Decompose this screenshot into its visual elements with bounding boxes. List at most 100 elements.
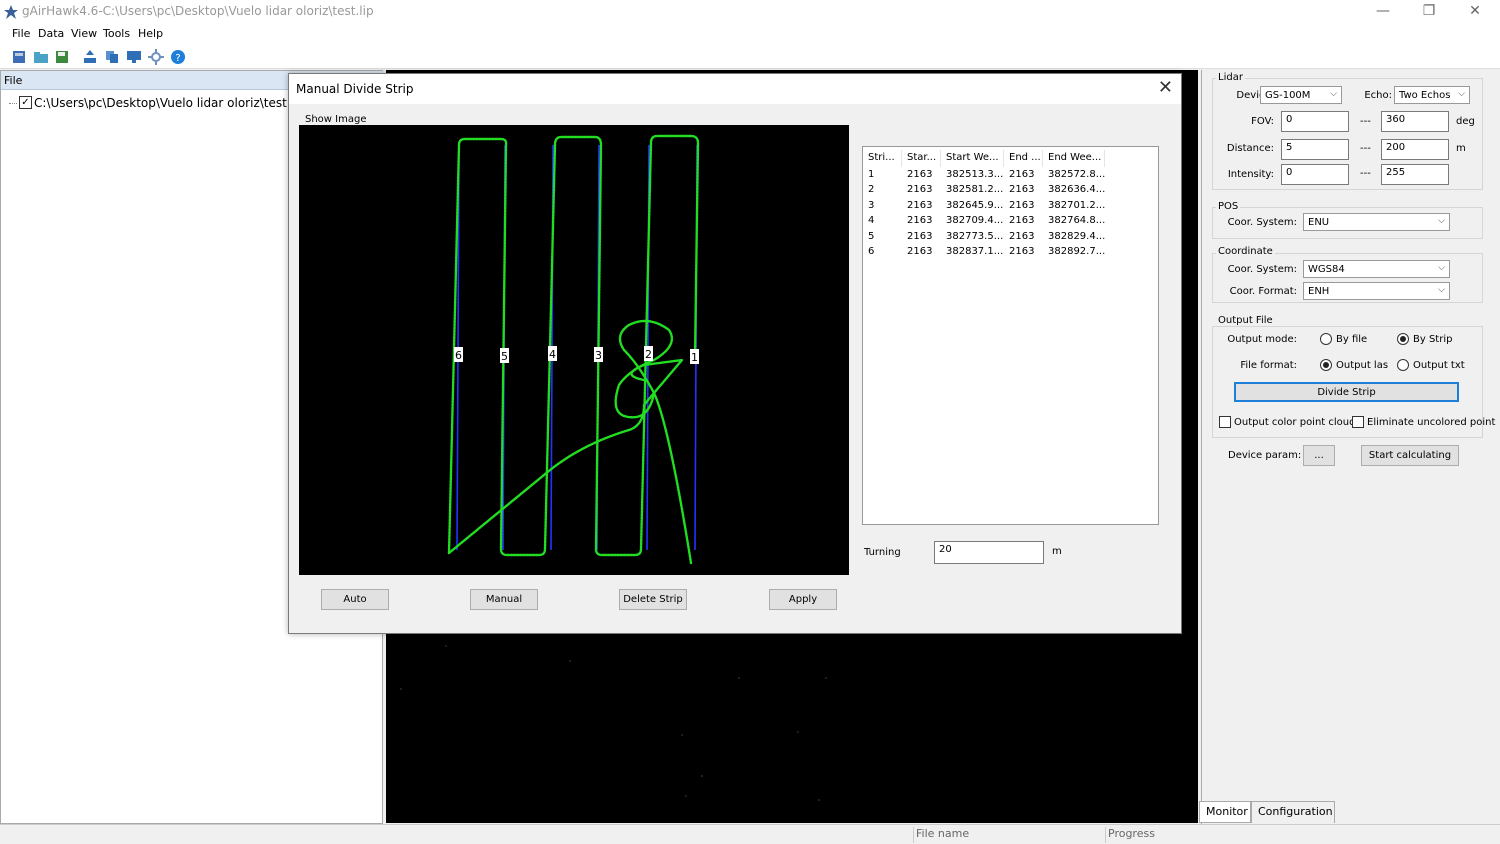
by-file-label: By file — [1336, 334, 1368, 345]
coor-system-label: Coor. System: — [1227, 264, 1297, 275]
by-strip-radio[interactable] — [1397, 333, 1409, 345]
status-file-name: File name — [913, 827, 1103, 843]
help-icon[interactable]: ? — [170, 49, 186, 65]
pos-coor-system-select[interactable]: ENU ⌵ — [1303, 213, 1450, 231]
chevron-down-icon: ⌵ — [1330, 89, 1337, 99]
coordinate-group-label: Coordinate — [1216, 246, 1275, 257]
distance-label: Distance: — [1226, 143, 1274, 154]
manual-divide-strip-dialog: Manual Divide Strip ✕ Show Image 6 5 4 3… — [288, 73, 1182, 634]
pos-coor-system-label: Coor. System: — [1227, 217, 1297, 228]
fov-min-input[interactable]: 0 — [1281, 111, 1349, 132]
fov-unit: deg — [1456, 116, 1475, 127]
dialog-title-bar: Manual Divide Strip — [289, 74, 1181, 104]
column-header[interactable]: Start We... — [946, 152, 1003, 163]
chevron-down-icon: ⌵ — [1438, 285, 1445, 295]
strip-label-1-text: 1 — [691, 351, 698, 364]
column-header[interactable]: Star... — [907, 152, 940, 163]
minimize-button[interactable]: — — [1360, 0, 1406, 24]
save-icon[interactable] — [54, 49, 70, 65]
menu-view[interactable]: View — [71, 27, 97, 40]
pos-group-label: POS — [1216, 201, 1241, 212]
file-format-label: File format: — [1240, 360, 1297, 371]
copy-icon[interactable] — [104, 49, 120, 65]
strip-label-3-text: 3 — [595, 349, 602, 362]
turning-unit: m — [1052, 546, 1062, 557]
turning-input[interactable]: 20 — [934, 541, 1044, 564]
chevron-down-icon: ⌵ — [1458, 89, 1465, 99]
tab-monitor[interactable]: Monitor — [1199, 801, 1251, 823]
turning-label: Turning — [864, 547, 901, 558]
intensity-min-input[interactable]: 0 — [1281, 164, 1349, 185]
table-row[interactable]: 4 2163 382709.4... 2163 382764.8... — [868, 215, 1153, 231]
fov-max-input[interactable]: 360 — [1381, 111, 1449, 132]
auto-button[interactable]: Auto — [321, 589, 389, 610]
distance-min-input[interactable]: 5 — [1281, 139, 1349, 160]
file-tree-item[interactable]: C:\Users\pc\Desktop\Vuelo lidar oloriz\t… — [34, 96, 323, 110]
output-txt-label: Output txt — [1413, 360, 1465, 371]
display-icon[interactable] — [126, 49, 142, 65]
strip-label-4-text: 4 — [549, 348, 556, 361]
new-project-icon[interactable] — [11, 49, 27, 65]
window-title: gAirHawk4.6-C:\Users\pc\Desktop\Vuelo li… — [22, 4, 374, 18]
file-checkbox[interactable]: ✓ — [19, 96, 32, 109]
device-param-label: Device param: — [1228, 450, 1302, 461]
column-header[interactable]: End ... — [1009, 152, 1042, 163]
menu-tools[interactable]: Tools — [103, 27, 130, 40]
coor-system-select[interactable]: WGS84 ⌵ — [1303, 260, 1450, 278]
device-param-button[interactable]: ... — [1303, 445, 1335, 466]
dialog-close-button[interactable]: ✕ — [1158, 77, 1173, 98]
column-header[interactable]: Stri... — [868, 152, 901, 163]
svg-text:?: ? — [175, 53, 180, 64]
table-row[interactable]: 3 2163 382645.9... 2163 382701.2... — [868, 200, 1153, 216]
output-las-radio[interactable] — [1320, 359, 1332, 371]
distance-max-input[interactable]: 200 — [1381, 139, 1449, 160]
distance-separator: --- — [1360, 143, 1371, 154]
device-select[interactable]: GS-100M ⌵ — [1260, 86, 1342, 104]
apply-button[interactable]: Apply — [769, 589, 837, 610]
lidar-group-label: Lidar — [1216, 72, 1245, 83]
table-row[interactable]: 2 2163 382581.2... 2163 382636.4... — [868, 184, 1153, 200]
table-row[interactable]: 6 2163 382837.1... 2163 382892.7... — [868, 246, 1153, 262]
strip-image-canvas[interactable]: 6 5 4 3 2 1 — [299, 125, 849, 575]
column-header[interactable]: End Wee... — [1048, 152, 1106, 163]
tab-configuration[interactable]: Configuration — [1251, 801, 1335, 823]
table-row[interactable]: 1 2163 382513.3... 2163 382572.8... — [868, 169, 1153, 185]
output-txt-radio[interactable] — [1397, 359, 1409, 371]
open-icon[interactable] — [33, 49, 49, 65]
table-row[interactable]: 5 2163 382773.5... 2163 382829.4... — [868, 231, 1153, 247]
maximize-button[interactable]: ❐ — [1406, 0, 1452, 24]
strip-label-2-text: 2 — [645, 348, 652, 361]
dialog-title: Manual Divide Strip — [296, 82, 414, 96]
divide-strip-button[interactable]: Divide Strip — [1234, 382, 1459, 402]
settings-icon[interactable] — [148, 49, 164, 65]
menu-data[interactable]: Data — [38, 27, 64, 40]
menu-help[interactable]: Help — [138, 27, 163, 40]
start-calculating-button[interactable]: Start calculating — [1361, 445, 1459, 466]
echo-select[interactable]: Two Echos ⌵ — [1394, 86, 1470, 104]
intensity-max-input[interactable]: 255 — [1381, 164, 1449, 185]
eliminate-uncolored-checkbox[interactable] — [1352, 416, 1364, 428]
manual-button[interactable]: Manual — [470, 589, 538, 610]
close-window-button[interactable]: ✕ — [1452, 0, 1498, 24]
show-image-label: Show Image — [305, 114, 367, 125]
strip-label-6-text: 6 — [455, 349, 462, 362]
menu-file[interactable]: File — [12, 27, 30, 40]
configuration-panel: Lidar Device: GS-100M ⌵ Echo: Two Echos ⌵ … — [1201, 70, 1500, 824]
fov-separator: --- — [1360, 116, 1371, 127]
strip-table[interactable]: Stri... Star... Start We... End ... End … — [862, 146, 1159, 525]
flight-track-svg: 6 5 4 3 2 1 — [447, 134, 700, 565]
title-bar: gAirHawk4.6-C:\Users\pc\Desktop\Vuelo li… — [0, 0, 1500, 24]
toolbar: ? — [0, 44, 1500, 69]
output-color-clouds-checkbox[interactable] — [1219, 416, 1231, 428]
echo-label: Echo: — [1364, 90, 1392, 101]
import-icon[interactable] — [82, 49, 98, 65]
fov-label: FOV: — [1251, 116, 1274, 127]
output-mode-label: Output mode: — [1227, 334, 1297, 345]
intensity-label: Intensity: — [1227, 169, 1274, 180]
app-icon — [4, 5, 18, 19]
distance-unit: m — [1456, 143, 1466, 154]
chevron-down-icon: ⌵ — [1438, 216, 1445, 226]
coor-format-select[interactable]: ENH ⌵ — [1303, 282, 1450, 300]
delete-strip-button[interactable]: Delete Strip — [619, 589, 687, 610]
by-file-radio[interactable] — [1320, 333, 1332, 345]
